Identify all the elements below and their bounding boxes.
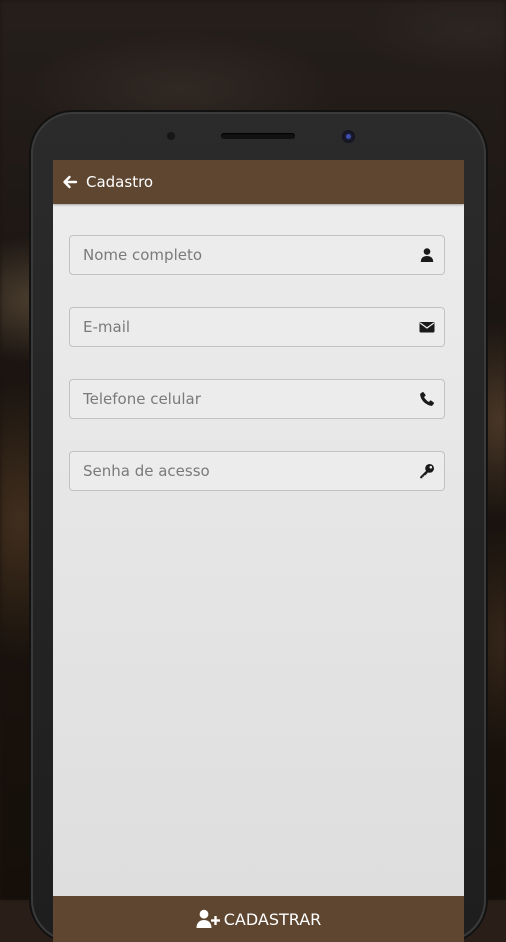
- page-title: Cadastro: [86, 173, 154, 191]
- signup-form: [53, 204, 464, 491]
- proximity-sensor: [167, 132, 175, 140]
- front-camera: [342, 130, 355, 143]
- earpiece-speaker: [221, 133, 295, 139]
- app-bar: Cadastro: [53, 160, 464, 204]
- envelope-icon: [419, 322, 435, 333]
- full-name-field: [69, 235, 445, 275]
- arrow-left-icon[interactable]: [62, 174, 78, 190]
- register-button-label: CADASTRAR: [223, 909, 322, 929]
- app-screen: Cadastro Nome completo E-mail Telefone c…: [53, 160, 464, 942]
- key-icon: [420, 464, 434, 479]
- password-field: [69, 451, 445, 491]
- phone-icon: [420, 392, 434, 406]
- phone-frame: Cadastro Nome completo E-mail Telefone c…: [31, 112, 486, 942]
- phone-field: [69, 379, 445, 419]
- email-input[interactable]: [70, 308, 444, 346]
- phone-input[interactable]: [70, 380, 444, 418]
- user-icon: [420, 248, 434, 262]
- email-field: [69, 307, 445, 347]
- register-button[interactable]: CADASTRAR: [53, 896, 464, 942]
- user-plus-icon: [196, 909, 220, 928]
- full-name-input[interactable]: [70, 236, 444, 274]
- password-input[interactable]: [70, 452, 444, 490]
